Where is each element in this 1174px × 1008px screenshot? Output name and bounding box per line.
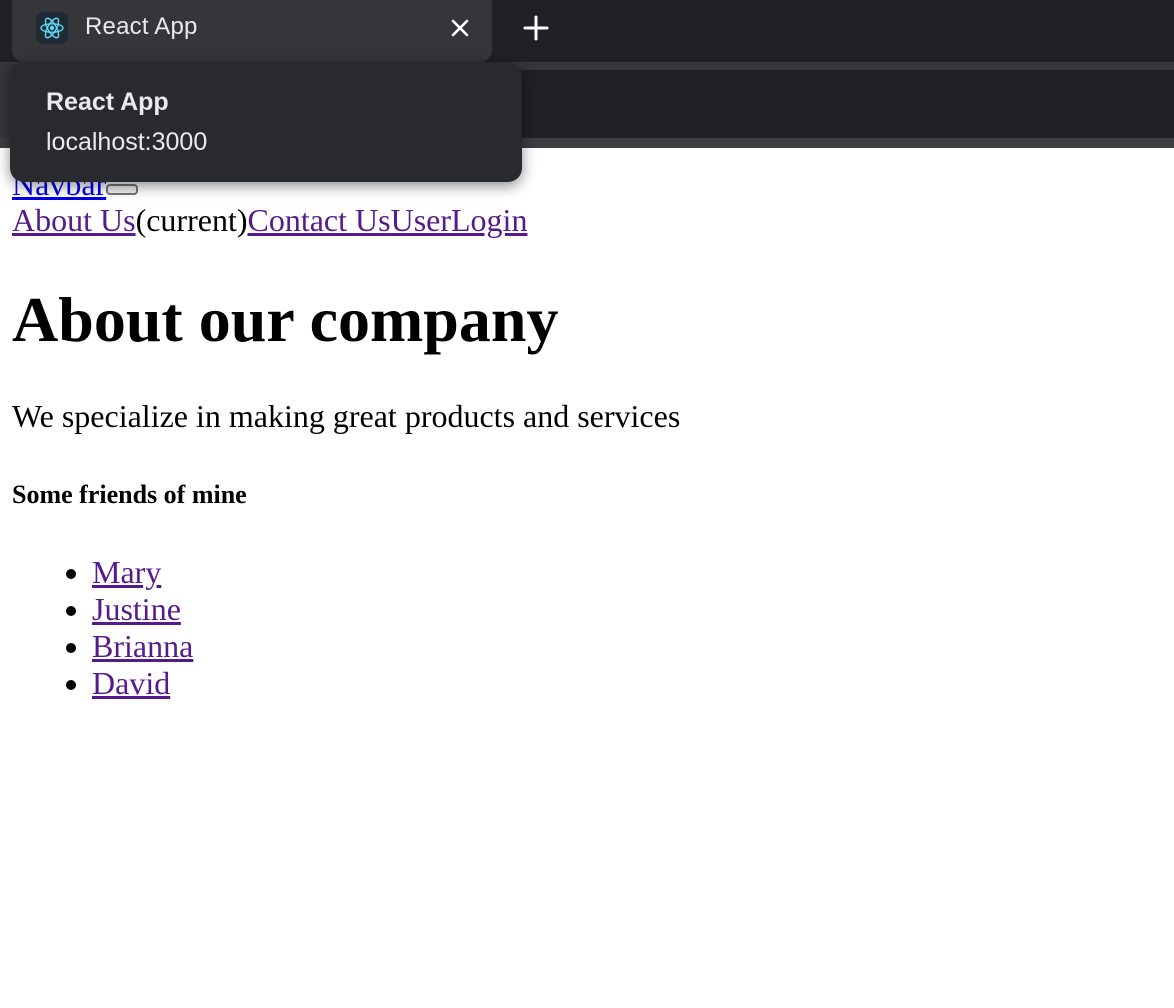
list-item: David	[92, 665, 193, 702]
page-title: About our company	[12, 284, 559, 355]
react-logo-icon	[36, 12, 68, 44]
friend-link-mary[interactable]: Mary	[92, 554, 161, 590]
browser-tabstrip: React App	[0, 0, 1174, 62]
friend-link-brianna[interactable]: Brianna	[92, 628, 193, 664]
tab-close-icon[interactable]	[446, 14, 474, 42]
list-item: Mary	[92, 554, 193, 591]
tab-title: React App	[85, 13, 198, 40]
navbar-toggler-button[interactable]	[106, 184, 139, 195]
hover-card-url: localhost:3000	[46, 128, 208, 156]
browser-tab[interactable]: React App	[12, 0, 492, 62]
nav-link-contact-us[interactable]: Contact Us	[247, 202, 390, 238]
current-marker: (current)	[135, 202, 248, 238]
list-item: Justine	[92, 591, 193, 628]
page-content: Navbar About Us(current)Contact UsUserLo…	[0, 148, 1174, 1008]
nav-link-about-us[interactable]: About Us	[12, 202, 136, 238]
list-item: Brianna	[92, 628, 193, 665]
friend-link-david[interactable]: David	[92, 665, 170, 701]
new-tab-plus-icon[interactable]	[518, 10, 554, 46]
nav-link-login[interactable]: Login	[451, 202, 527, 238]
hover-card-title: React App	[46, 88, 169, 116]
friends-heading: Some friends of mine	[12, 480, 247, 509]
nav-link-user[interactable]: User	[391, 202, 451, 238]
intro-text: We specialize in making great products a…	[12, 398, 681, 434]
nav-links: About Us(current)Contact UsUserLogin	[12, 202, 527, 238]
tab-hover-card: React App localhost:3000	[10, 62, 522, 182]
friend-link-justine[interactable]: Justine	[92, 591, 181, 627]
friends-list: Mary Justine Brianna David	[12, 554, 193, 702]
